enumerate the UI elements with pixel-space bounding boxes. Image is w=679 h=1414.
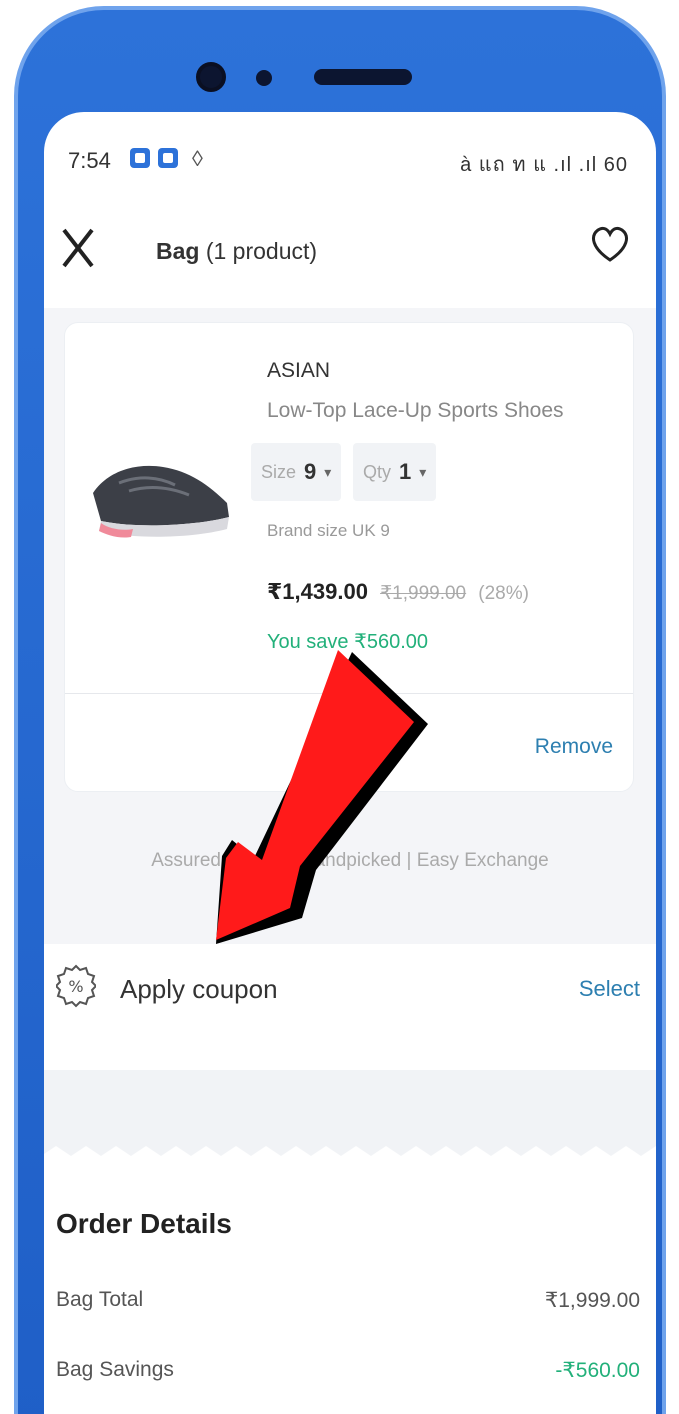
heart-icon[interactable] [588,222,632,266]
order-row-label: Bag Savings [56,1358,174,1381]
selling-price: ₹1,439.00 [267,579,368,604]
sensor-dot [256,70,272,86]
close-icon[interactable] [58,222,98,272]
order-row-bag-total: Bag Total ₹1,999.00 [56,1288,640,1312]
qty-label: Qty [363,461,392,482]
notification-app-icon-2 [158,148,178,168]
price-row: ₹1,439.00 ₹1,999.00 (28%) [267,579,529,605]
qty-value: 1 [399,459,412,484]
order-row-amount: ₹1,999.00 [544,1289,640,1312]
chevron-down-icon: ▾ [324,463,332,480]
divider [65,693,633,694]
savings-text: You save ₹560.00 [267,631,429,653]
bag-header: Bag (1 product) [44,212,656,292]
chevron-down-icon: ▾ [419,463,427,480]
order-row-bag-savings: Bag Savings -₹560.00 [56,1358,640,1382]
order-row-amount: -₹560.00 [555,1359,640,1382]
product-name[interactable]: Low-Top Lace-Up Sports Shoes [267,399,564,423]
discount-percent: (28%) [478,583,529,604]
apply-coupon-label: Apply coupon [120,974,278,1004]
size-selector[interactable]: Size 9 ▾ [251,443,342,501]
section-separator [44,1070,656,1146]
status-right-icons: à แถ ท แ .ıl .ıl 60 [460,154,628,176]
size-label: Size [261,461,297,482]
apply-coupon-row[interactable]: % Apply coupon Select [44,944,656,1044]
size-value: 9 [304,459,317,484]
earpiece-speaker [314,69,412,85]
front-camera [196,62,226,92]
qty-selector[interactable]: Qty 1 ▾ [353,443,437,501]
status-bar: 7:54 ◊ à แถ ท แ .ıl .ıl 60 [44,112,656,192]
brand-size: Brand size UK 9 [267,521,390,540]
product-brand: ASIAN [267,359,331,382]
mrp-price: ₹1,999.00 [380,583,467,604]
product-card: ASIAN Low-Top Lace-Up Sports Shoes Size … [64,322,634,792]
data-saver-icon: ◊ [192,146,203,171]
zigzag-edge [44,1136,656,1156]
order-details-title: Order Details [56,1208,232,1239]
phone-screen: 7:54 ◊ à แถ ท แ .ıl .ıl 60 Bag (1 produc… [44,112,656,1414]
notification-app-icon [130,148,150,168]
coupon-icon: % [56,964,96,1008]
remove-button[interactable]: Remove [535,735,613,759]
product-count: (1 product) [205,238,318,264]
svg-text:%: % [68,977,83,996]
status-time: 7:54 [68,148,111,173]
assured-banner: Assured Quality | Handpicked | Easy Exch… [151,850,549,871]
page-title-label: Bag [156,238,200,264]
order-row-label: Bag Total [56,1288,144,1311]
page-title: Bag (1 product) [156,238,317,265]
shoe-image[interactable] [79,433,239,553]
select-coupon-button[interactable]: Select [579,976,640,1002]
